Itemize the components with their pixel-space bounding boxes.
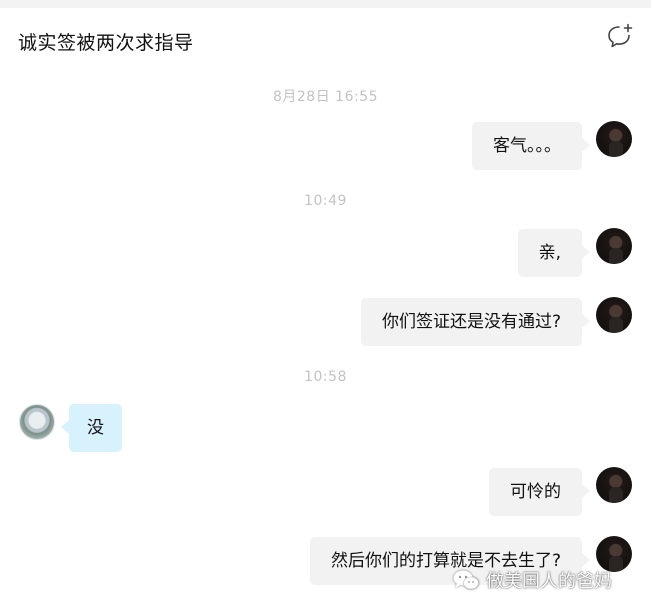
my-avatar[interactable] (596, 297, 632, 333)
contact-avatar[interactable] (19, 404, 55, 440)
timestamp: 10:58 (304, 369, 347, 385)
new-chat-icon[interactable] (606, 22, 634, 50)
my-avatar[interactable] (596, 467, 632, 503)
my-avatar[interactable] (596, 121, 632, 157)
message-bubble[interactable]: 亲, (517, 229, 591, 277)
status-strip (0, 0, 651, 8)
timestamp: 8月28日 16:55 (272, 89, 379, 105)
message-bubble[interactable]: 没 (61, 404, 122, 452)
watermark-text: 做美国人的爸妈 (486, 571, 612, 592)
message-bubble[interactable]: 可怜的 (489, 468, 590, 516)
timestamp: 10:49 (304, 193, 347, 209)
wechat-icon (453, 570, 479, 590)
chat-title: 诚实签被两次求指导 (18, 32, 194, 54)
my-avatar[interactable] (596, 228, 632, 264)
message-bubble[interactable]: 客气。。。 (472, 122, 590, 170)
message-bubble[interactable]: 你们签证还是没有通过? (360, 298, 591, 346)
watermark: 做美国人的爸妈 (452, 567, 612, 593)
chat-header: 诚实签被两次求指导 (0, 8, 651, 68)
